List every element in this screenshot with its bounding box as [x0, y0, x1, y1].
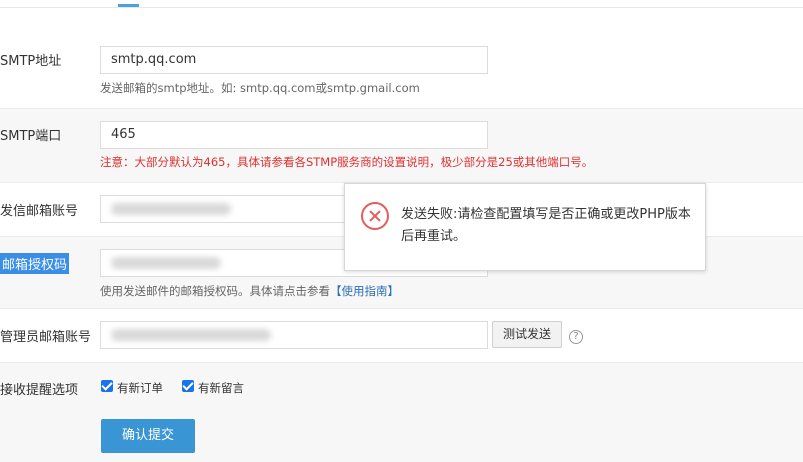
test-send-button[interactable]: 测试发送	[492, 321, 562, 348]
auth-code-help-text: 使用发送邮件的邮箱授权码。具体请点击参看	[100, 284, 330, 298]
auth-code-help: 使用发送邮件的邮箱授权码。具体请点击参看【使用指南】	[100, 283, 399, 299]
sender-account-input[interactable]	[100, 195, 345, 223]
smtp-host-help: 发送邮箱的smtp地址。如: smtp.qq.com或smtp.gmail.co…	[100, 81, 420, 95]
smtp-port-input[interactable]: 465	[100, 121, 488, 149]
submit-button[interactable]: 确认提交	[101, 419, 195, 453]
new-message-checkbox[interactable]	[182, 380, 194, 392]
error-x-icon	[361, 202, 389, 230]
new-message-label: 有新留言	[198, 381, 244, 395]
smtp-port-warning: 注意：大部分默认为465，具体请参看各STMP服务商的设置说明，极少部分是25或…	[100, 155, 594, 169]
redacted-value	[111, 328, 271, 341]
smtp-host-input[interactable]: smtp.qq.com	[100, 46, 488, 74]
smtp-host-label: SMTP地址	[0, 54, 62, 69]
smtp-port-label: SMTP端口	[0, 129, 62, 144]
auth-code-label: 邮箱授权码	[0, 253, 70, 274]
new-order-label: 有新订单	[117, 381, 163, 395]
redacted-value	[111, 202, 231, 215]
smtp-port-row: SMTP端口 465 注意：大部分默认为465，具体请参看各STMP服务商的设置…	[0, 108, 803, 183]
admin-account-label: 管理员邮箱账号	[0, 330, 92, 345]
toast-message: 发送失败:请检查配置填写是否正确或更改PHP版本后再重试。	[401, 207, 691, 244]
admin-account-input[interactable]	[100, 321, 488, 349]
smtp-host-row: SMTP地址 smtp.qq.com 发送邮箱的smtp地址。如: smtp.q…	[0, 8, 803, 108]
error-toast: 发送失败:请检查配置填写是否正确或更改PHP版本后再重试。	[344, 183, 706, 271]
redacted-value	[111, 256, 221, 269]
usage-guide-link[interactable]: 【使用指南】	[330, 284, 399, 298]
new-order-checkbox[interactable]	[101, 380, 113, 392]
notify-label: 接收提醒选项	[0, 383, 79, 398]
sender-account-label: 发信邮箱账号	[0, 204, 79, 219]
active-tab-indicator	[118, 4, 139, 7]
help-question-icon[interactable]: ?	[569, 330, 583, 344]
